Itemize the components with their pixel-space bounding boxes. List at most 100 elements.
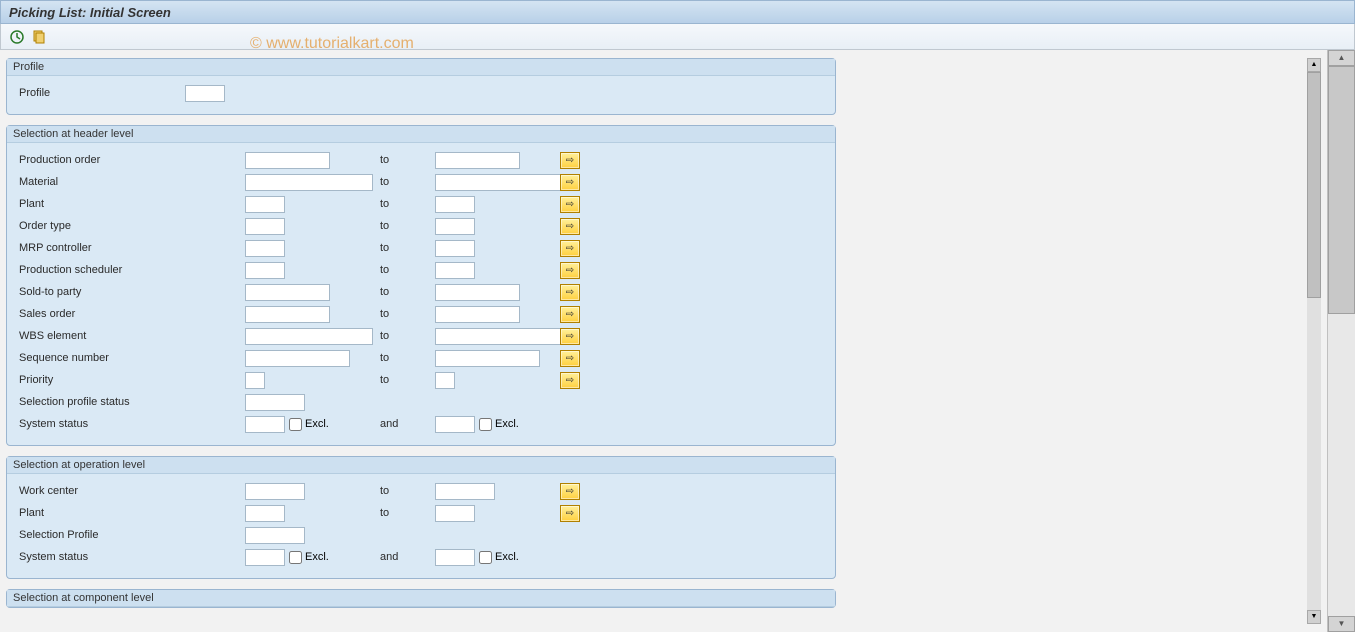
inner-scroll-thumb[interactable] — [1307, 72, 1321, 298]
outer-scroll-track[interactable] — [1328, 66, 1355, 616]
input-system-status-1-header[interactable] — [245, 416, 285, 433]
input-selection-profile-op[interactable] — [245, 527, 305, 544]
content-area: Profile Profile Selection at header leve… — [0, 50, 1327, 632]
label-to: to — [380, 485, 435, 497]
input-plant-op-from[interactable] — [245, 505, 285, 522]
inner-scrollbar[interactable]: ▲ ▼ — [1307, 58, 1321, 624]
input-system-status-2-op[interactable] — [435, 549, 475, 566]
multiselect-sales-order[interactable]: ⇨ — [560, 306, 580, 323]
input-priority-from[interactable] — [245, 372, 265, 389]
input-sequence-number-to[interactable] — [435, 350, 540, 367]
multiselect-work-center[interactable]: ⇨ — [560, 483, 580, 500]
input-work-center-to[interactable] — [435, 483, 495, 500]
label-priority: Priority — [17, 374, 245, 386]
row-mrp-controller: MRP controller to ⇨ — [17, 237, 825, 259]
multiselect-wbs-element[interactable]: ⇨ — [560, 328, 580, 345]
input-sequence-number-from[interactable] — [245, 350, 350, 367]
multiselect-priority[interactable]: ⇨ — [560, 372, 580, 389]
checkbox-excl-1-op[interactable] — [289, 551, 302, 564]
checkbox-excl-2-header[interactable] — [479, 418, 492, 431]
label-production-order: Production order — [17, 154, 245, 166]
label-selection-profile-op: Selection Profile — [17, 529, 245, 541]
input-system-status-1-op[interactable] — [245, 549, 285, 566]
multiselect-mrp-controller[interactable]: ⇨ — [560, 240, 580, 257]
input-production-order-to[interactable] — [435, 152, 520, 169]
input-selection-profile-status[interactable] — [245, 394, 305, 411]
input-sold-to-party-to[interactable] — [435, 284, 520, 301]
input-plant-from[interactable] — [245, 196, 285, 213]
row-wbs-element: WBS element to ⇨ — [17, 325, 825, 347]
input-wbs-element-to[interactable] — [435, 328, 563, 345]
multiselect-sequence-number[interactable]: ⇨ — [560, 350, 580, 367]
outer-scroll-up-icon[interactable]: ▲ — [1328, 50, 1355, 66]
label-and: and — [380, 418, 435, 430]
input-wbs-element-from[interactable] — [245, 328, 373, 345]
input-sold-to-party-from[interactable] — [245, 284, 330, 301]
label-profile: Profile — [17, 87, 185, 99]
label-to: to — [380, 308, 435, 320]
label-excl: Excl. — [305, 418, 329, 430]
row-production-scheduler: Production scheduler to ⇨ — [17, 259, 825, 281]
label-to: to — [380, 176, 435, 188]
input-system-status-2-header[interactable] — [435, 416, 475, 433]
input-production-order-from[interactable] — [245, 152, 330, 169]
input-work-center-from[interactable] — [245, 483, 305, 500]
label-selection-profile-status: Selection profile status — [17, 396, 245, 408]
group-title-header: Selection at header level — [7, 126, 835, 143]
label-to: to — [380, 286, 435, 298]
multiselect-production-scheduler[interactable]: ⇨ — [560, 262, 580, 279]
label-to: to — [380, 220, 435, 232]
input-priority-to[interactable] — [435, 372, 455, 389]
application-toolbar — [0, 24, 1355, 50]
row-sold-to-party: Sold-to party to ⇨ — [17, 281, 825, 303]
group-profile: Profile Profile — [6, 58, 836, 115]
multiselect-material[interactable]: ⇨ — [560, 174, 580, 191]
label-excl: Excl. — [495, 418, 519, 430]
label-to: to — [380, 352, 435, 364]
outer-scroll-thumb[interactable] — [1328, 66, 1355, 314]
window-title-bar: Picking List: Initial Screen — [0, 0, 1355, 24]
input-order-type-to[interactable] — [435, 218, 475, 235]
group-header-level: Selection at header level Production ord… — [6, 125, 836, 446]
variants-icon[interactable] — [31, 29, 47, 45]
outer-scrollbar[interactable]: ▲ ▼ — [1327, 50, 1355, 632]
multiselect-production-order[interactable]: ⇨ — [560, 152, 580, 169]
multiselect-plant[interactable]: ⇨ — [560, 196, 580, 213]
label-to: to — [380, 264, 435, 276]
checkbox-excl-1-header[interactable] — [289, 418, 302, 431]
input-plant-to[interactable] — [435, 196, 475, 213]
row-profile: Profile — [17, 82, 825, 104]
row-material: Material to ⇨ — [17, 171, 825, 193]
label-order-type: Order type — [17, 220, 245, 232]
label-sold-to-party: Sold-to party — [17, 286, 245, 298]
input-mrp-controller-from[interactable] — [245, 240, 285, 257]
multiselect-plant-op[interactable]: ⇨ — [560, 505, 580, 522]
group-title-operation: Selection at operation level — [7, 457, 835, 474]
input-profile[interactable] — [185, 85, 225, 102]
inner-scroll-down-icon[interactable]: ▼ — [1307, 610, 1321, 624]
input-plant-op-to[interactable] — [435, 505, 475, 522]
outer-scroll-down-icon[interactable]: ▼ — [1328, 616, 1355, 632]
input-order-type-from[interactable] — [245, 218, 285, 235]
label-system-status-op: System status — [17, 551, 245, 563]
label-to: to — [380, 330, 435, 342]
label-material: Material — [17, 176, 245, 188]
input-sales-order-from[interactable] — [245, 306, 330, 323]
checkbox-excl-2-op[interactable] — [479, 551, 492, 564]
execute-icon[interactable] — [9, 29, 25, 45]
inner-scroll-up-icon[interactable]: ▲ — [1307, 58, 1321, 72]
input-material-from[interactable] — [245, 174, 373, 191]
row-production-order: Production order to ⇨ — [17, 149, 825, 171]
row-system-status-op: System status Excl. and Excl. — [17, 546, 825, 568]
input-material-to[interactable] — [435, 174, 563, 191]
multiselect-order-type[interactable]: ⇨ — [560, 218, 580, 235]
input-production-scheduler-from[interactable] — [245, 262, 285, 279]
row-selection-profile-status: Selection profile status — [17, 391, 825, 413]
multiselect-sold-to-party[interactable]: ⇨ — [560, 284, 580, 301]
label-and: and — [380, 551, 435, 563]
label-to: to — [380, 198, 435, 210]
row-system-status-header: System status Excl. and Excl. — [17, 413, 825, 435]
input-sales-order-to[interactable] — [435, 306, 520, 323]
input-mrp-controller-to[interactable] — [435, 240, 475, 257]
input-production-scheduler-to[interactable] — [435, 262, 475, 279]
